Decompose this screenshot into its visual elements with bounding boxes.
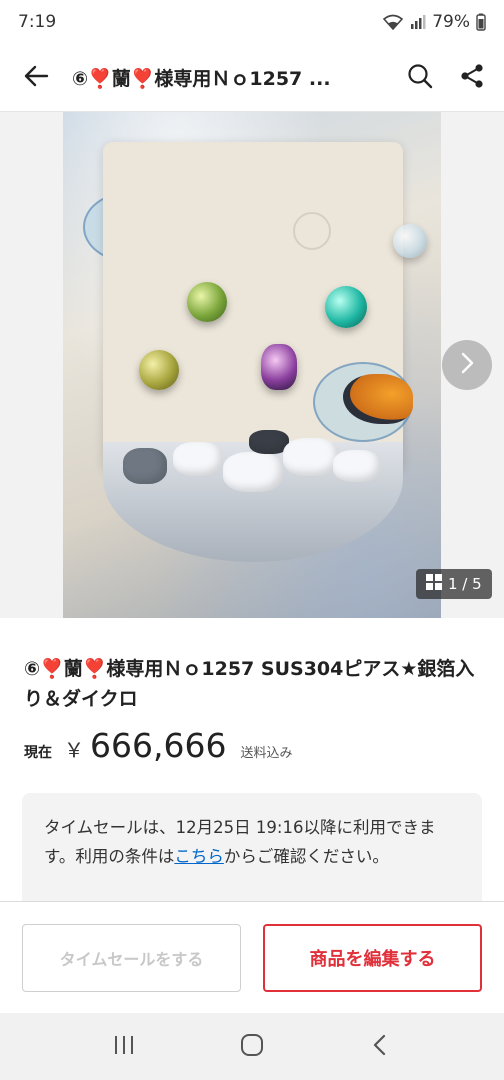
price-currency: ￥	[64, 738, 84, 762]
home-icon	[239, 1032, 265, 1062]
shipping-note: 送料込み	[240, 746, 293, 761]
chevron-right-icon	[458, 351, 476, 379]
notice-text-end: からご確認ください。	[223, 847, 389, 866]
wifi-icon	[382, 14, 404, 30]
status-indicators: 79%	[382, 12, 486, 32]
price-label: 現在	[24, 745, 52, 761]
stone	[223, 452, 283, 492]
share-icon	[459, 63, 485, 93]
system-nav-bar	[0, 1013, 504, 1080]
card-hole	[293, 212, 331, 250]
grid-icon	[426, 574, 442, 594]
back-button[interactable]	[8, 50, 64, 106]
app-bar: ⑥❣️蘭❣️様専用Ｎｏ1257 ...	[0, 44, 504, 112]
back-icon	[371, 1033, 389, 1061]
search-button[interactable]	[394, 50, 446, 106]
system-back-button[interactable]	[350, 1022, 410, 1072]
share-button[interactable]	[446, 50, 498, 106]
earring-teal	[325, 286, 367, 328]
stone	[123, 448, 167, 484]
next-image-button[interactable]	[442, 340, 492, 390]
stone	[333, 450, 381, 482]
status-bar: 7:19 79%	[0, 0, 504, 44]
recent-apps-button[interactable]	[94, 1022, 154, 1072]
edit-item-button[interactable]: 商品を編集する	[263, 924, 482, 992]
recent-apps-icon	[112, 1034, 136, 1060]
item-detail-screen: 7:19 79% ⑥❣️蘭❣️様専用Ｎｏ1257 ... 1 / 5 ⑥❣️蘭❣…	[0, 0, 504, 1080]
action-bar: タイムセールをする 商品を編集する	[0, 901, 504, 1013]
price-value: 666,666	[90, 726, 227, 765]
product-photo[interactable]	[63, 112, 441, 618]
stone	[283, 438, 339, 476]
price-row: 現在 ￥ 666,666 送料込み	[24, 726, 292, 774]
glass-bead	[393, 224, 427, 258]
search-icon	[407, 63, 433, 93]
image-counter-text: 1 / 5	[448, 575, 482, 593]
earring-green	[187, 282, 227, 322]
battery-level: 79%	[432, 12, 470, 32]
timesale-button[interactable]: タイムセールをする	[22, 924, 241, 992]
image-gallery[interactable]: 1 / 5	[0, 112, 504, 618]
earring-yellow	[139, 350, 179, 390]
conditions-link[interactable]: こちら	[174, 847, 224, 866]
image-counter[interactable]: 1 / 5	[416, 569, 492, 599]
signal-icon	[410, 14, 426, 30]
stone	[173, 442, 223, 476]
page-title: ⑥❣️蘭❣️様専用Ｎｏ1257 ...	[72, 68, 331, 90]
battery-icon	[476, 13, 486, 31]
product-title: ⑥❣️蘭❣️様専用Ｎｏ1257 SUS304ピアス★銀箔入り＆ダイクロ	[24, 658, 475, 710]
back-arrow-icon	[23, 63, 49, 93]
home-button[interactable]	[222, 1022, 282, 1072]
earring-purple	[261, 344, 297, 390]
status-time: 7:19	[18, 12, 57, 32]
